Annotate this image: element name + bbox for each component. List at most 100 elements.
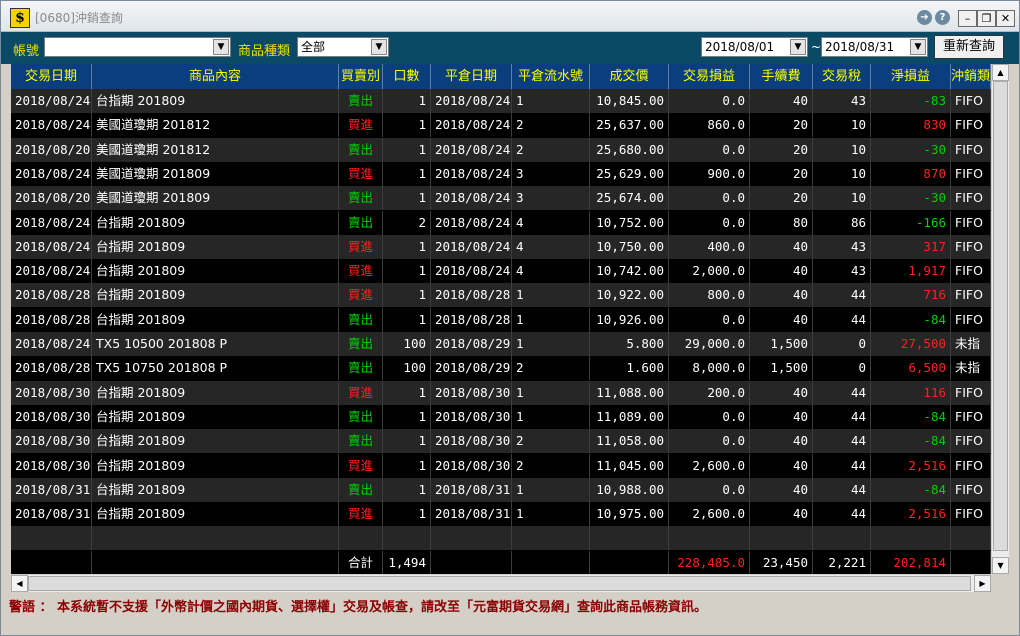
date-from-picker[interactable]: 2018/08/01 ▼ xyxy=(701,37,808,57)
table-cell: FIFO xyxy=(951,429,991,454)
table-cell: 2018/08/24 xyxy=(431,137,512,162)
table-row[interactable]: 2018/08/28 TX5 10750 201808 P 賣出 100 2018/08… xyxy=(11,356,991,381)
table-cell: 100 xyxy=(383,356,431,381)
column-header[interactable]: 商品內容 xyxy=(92,64,339,89)
table-row[interactable]: 2018/08/31 台指期 201809 賣出 1 2018/08/31 1 10,988… xyxy=(11,477,991,502)
table-row[interactable]: 2018/08/30 台指期 201809 賣出 1 2018/08/30 1 11,089… xyxy=(11,404,991,429)
table-row[interactable]: 2018/08/24 台指期 201809 賣出 1 2018/08/24 1 10,845… xyxy=(11,89,991,113)
column-header[interactable]: 交易稅 xyxy=(813,64,871,89)
table-cell: 1 xyxy=(383,380,431,405)
column-header[interactable]: 平倉流水號 xyxy=(512,64,590,89)
column-header[interactable]: 淨損益 xyxy=(871,64,951,89)
maximize-button[interactable]: ❐ xyxy=(977,10,996,27)
table-cell: 317 xyxy=(871,234,951,259)
table-cell: 10,845.00 xyxy=(590,89,669,113)
table-cell: 2018/08/24 xyxy=(431,210,512,235)
column-header[interactable]: 交易損益 xyxy=(669,64,750,89)
table-row[interactable]: 2018/08/30 台指期 201809 買進 1 2018/08/30 1 11,088… xyxy=(11,380,991,405)
vertical-scroll-thumb[interactable] xyxy=(993,81,1008,551)
table-cell: 40 xyxy=(750,283,813,308)
table-row[interactable]: 2018/08/24 美國道瓊期 201812 買進 1 2018/08/24 2 25,6… xyxy=(11,113,991,138)
table-cell: 1 xyxy=(383,477,431,502)
table-cell xyxy=(871,526,951,551)
table-cell: 0.0 xyxy=(669,477,750,502)
column-header[interactable]: 口數 xyxy=(383,64,431,89)
table-cell: 2018/08/24 xyxy=(11,89,92,113)
column-header[interactable]: 手續費 xyxy=(750,64,813,89)
table-cell: 10,988.00 xyxy=(590,477,669,502)
table-cell: 80 xyxy=(750,210,813,235)
total-row[interactable]: 合計 1,494 228,485.0 23,450 2,221 202,814 xyxy=(11,550,991,574)
table-row[interactable]: 2018/08/24 TX5 10500 201808 P 賣出 100 2018/08… xyxy=(11,332,991,356)
query-window: $ [0680]沖銷查詢 ➔ ? – ❐ ✕ 帳號 ▼ 商品種類 全部 ▼ 20… xyxy=(0,0,1020,636)
account-select[interactable]: ▼ xyxy=(44,37,231,57)
table-row[interactable]: 2018/08/24 台指期 201809 買進 1 2018/08/24 4 10,742… xyxy=(11,259,991,284)
table-cell: 賣出 xyxy=(339,477,383,502)
requery-button[interactable]: 重新查詢 xyxy=(934,35,1004,59)
table-row[interactable]: 2018/08/28 台指期 201809 賣出 1 2018/08/28 1 10,926… xyxy=(11,307,991,332)
table-cell: 8,000.0 xyxy=(669,356,750,381)
horizontal-scroll-thumb[interactable] xyxy=(28,576,971,591)
vertical-scrollbar[interactable]: ▲ ▼ xyxy=(991,64,1009,574)
table-cell: 2018/08/30 xyxy=(11,380,92,405)
column-header[interactable]: 沖銷類 xyxy=(951,64,991,89)
table-cell: 2,516 xyxy=(871,502,951,527)
chevron-down-icon[interactable]: ▼ xyxy=(213,39,229,55)
product-type-select[interactable]: 全部 ▼ xyxy=(297,37,389,57)
table-cell: 1 xyxy=(512,89,590,113)
table-cell: 1 xyxy=(512,404,590,429)
help-icon[interactable]: ? xyxy=(935,10,950,25)
table-cell: 11,058.00 xyxy=(590,429,669,454)
table-cell xyxy=(813,526,871,551)
table-cell: 賣出 xyxy=(339,429,383,454)
table-row[interactable]: 2018/08/30 台指期 201809 買進 1 2018/08/30 2 11,045… xyxy=(11,453,991,478)
product-type-value: 全部 xyxy=(301,40,326,54)
table-cell: FIFO xyxy=(951,477,991,502)
column-header[interactable]: 成交價 xyxy=(590,64,669,89)
horizontal-scrollbar[interactable]: ◀ ▶ xyxy=(11,574,991,592)
table-cell: 2018/08/24 xyxy=(431,234,512,259)
table-row[interactable]: 2018/08/30 台指期 201809 賣出 1 2018/08/30 2 11,058… xyxy=(11,429,991,454)
table-row[interactable]: 2018/08/24 台指期 201809 買進 1 2018/08/24 4 10,750… xyxy=(11,234,991,259)
column-header[interactable]: 交易日期 xyxy=(11,64,92,89)
column-header[interactable]: 買賣別 xyxy=(339,64,383,89)
minimize-button[interactable]: – xyxy=(958,10,977,27)
link-icon[interactable]: ➔ xyxy=(917,10,932,25)
scroll-up-icon[interactable]: ▲ xyxy=(992,64,1009,81)
chevron-down-icon[interactable]: ▼ xyxy=(371,39,387,55)
table-cell: 11,089.00 xyxy=(590,404,669,429)
chevron-down-icon[interactable]: ▼ xyxy=(910,39,926,55)
table-cell: 2018/08/24 xyxy=(431,89,512,113)
table-row[interactable]: 2018/08/24 美國道瓊期 201809 買進 1 2018/08/24 3 25,6… xyxy=(11,161,991,186)
close-button[interactable]: ✕ xyxy=(996,10,1015,27)
table-row[interactable]: 2018/08/24 台指期 201809 賣出 2 2018/08/24 4 10,752… xyxy=(11,210,991,235)
table-cell: FIFO xyxy=(951,453,991,478)
table-cell: 10 xyxy=(813,113,871,138)
table-cell: TX5 10750 201808 P xyxy=(92,356,339,381)
table-row[interactable]: 2018/08/31 台指期 201809 買進 1 2018/08/31 1 10,975… xyxy=(11,502,991,527)
table-cell: 44 xyxy=(813,307,871,332)
column-header[interactable]: 平倉日期 xyxy=(431,64,512,89)
table-cell: FIFO xyxy=(951,113,991,138)
table-row[interactable]: 2018/08/20 美國道瓊期 201809 賣出 1 2018/08/24 3 25,6… xyxy=(11,186,991,211)
scroll-right-icon[interactable]: ▶ xyxy=(974,575,991,592)
warning-message: 警語 ： 本系統暫不支援「外幣計價之國內期貨、選擇權」交易及帳查，請改至「元富期… xyxy=(9,596,1001,620)
table-row[interactable]: 2018/08/20 美國道瓊期 201812 賣出 1 2018/08/24 2 25,6… xyxy=(11,137,991,162)
empty-row[interactable] xyxy=(11,526,991,551)
table-cell: 1 xyxy=(383,404,431,429)
scroll-down-icon[interactable]: ▼ xyxy=(992,557,1009,574)
table-cell: 40 xyxy=(750,234,813,259)
scroll-left-icon[interactable]: ◀ xyxy=(11,575,28,592)
table-cell: 10 xyxy=(813,161,871,186)
table-cell: 2018/08/20 xyxy=(11,186,92,211)
table-row[interactable]: 2018/08/28 台指期 201809 買進 1 2018/08/28 1 10,922… xyxy=(11,283,991,308)
table-cell: 200.0 xyxy=(669,380,750,405)
table-cell: 買進 xyxy=(339,380,383,405)
table-cell: 未指 xyxy=(951,332,991,356)
table-cell: 未指 xyxy=(951,356,991,381)
table-cell: 1 xyxy=(512,477,590,502)
chevron-down-icon[interactable]: ▼ xyxy=(790,39,806,55)
table-cell: FIFO xyxy=(951,137,991,162)
table-cell: 2,000.0 xyxy=(669,259,750,284)
date-to-picker[interactable]: 2018/08/31 ▼ xyxy=(821,37,928,57)
